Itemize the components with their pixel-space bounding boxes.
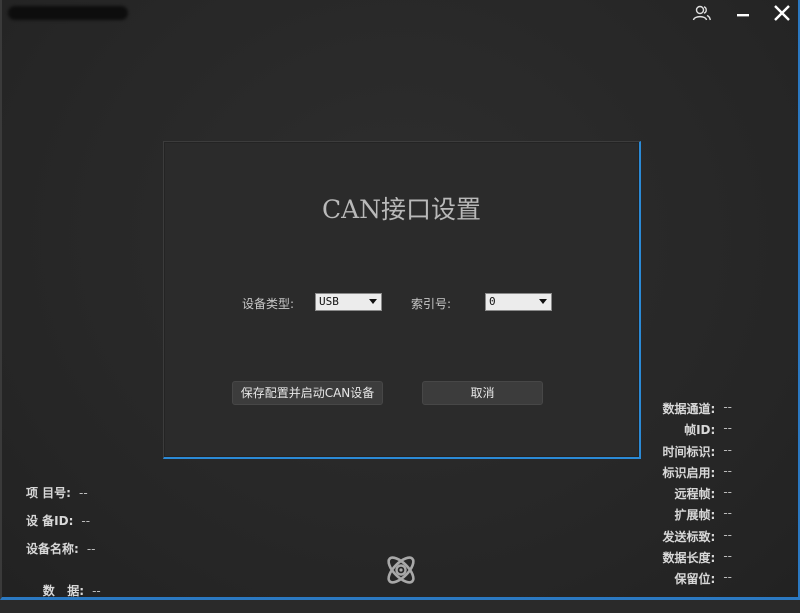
info-value: --	[723, 485, 732, 499]
info-value: --	[723, 549, 732, 563]
info-value: --	[723, 570, 732, 584]
info-label: 数据通道:	[662, 402, 716, 416]
info-frame-id: 帧ID: --	[622, 421, 732, 438]
chevron-down-icon	[369, 299, 377, 304]
info-label: 设 备ID:	[26, 514, 74, 528]
info-value: --	[86, 542, 96, 556]
info-value: --	[81, 514, 91, 528]
info-value: --	[723, 464, 732, 478]
info-data-channel: 数据通道: --	[622, 400, 732, 417]
info-device-name: 设备名称: --	[26, 540, 95, 557]
info-label: 远程帧:	[674, 487, 716, 501]
info-label: 发送标致:	[662, 530, 716, 544]
info-value: --	[92, 584, 101, 598]
dialog-title: CAN接口设置	[321, 195, 482, 224]
minimize-icon[interactable]	[730, 2, 756, 24]
info-project-number: 项 目号: --	[26, 484, 88, 501]
info-label: 数据长度:	[662, 551, 716, 565]
info-extended-frame: 扩展帧: --	[622, 506, 732, 523]
main-window: CAN接口设置 设备类型: USB 索引号: 0 保存配置并启动CAN设备 取消…	[0, 0, 800, 600]
device-type-value: USB	[319, 295, 339, 308]
info-device-id: 设 备ID: --	[26, 512, 90, 529]
info-label: 项 目号:	[26, 486, 71, 500]
index-label: 索引号:	[411, 297, 452, 311]
info-label: 标识启用:	[662, 466, 716, 480]
info-label: 数 据:	[42, 584, 85, 598]
atom-logo-icon	[382, 551, 420, 589]
info-label: 扩展帧:	[674, 508, 716, 522]
chevron-down-icon	[539, 299, 547, 304]
info-value: --	[723, 443, 732, 457]
info-label: 帧ID:	[684, 423, 716, 437]
info-value: --	[723, 421, 732, 435]
cancel-button[interactable]: 取消	[422, 381, 543, 405]
info-value: --	[723, 528, 732, 542]
window-title-redacted	[8, 6, 128, 20]
info-remote-frame: 远程帧: --	[622, 485, 732, 502]
info-label: 设备名称:	[26, 542, 79, 556]
can-settings-dialog: CAN接口设置 设备类型: USB 索引号: 0 保存配置并启动CAN设备 取消	[163, 141, 641, 459]
info-data: 数 据: --	[26, 568, 101, 613]
close-icon[interactable]	[769, 2, 795, 24]
info-reserved-bit: 保留位: --	[622, 570, 732, 587]
info-value: --	[723, 506, 732, 520]
save-and-start-button[interactable]: 保存配置并启动CAN设备	[232, 381, 383, 405]
device-type-label: 设备类型:	[242, 297, 295, 311]
info-timestamp-flag: 时间标识: --	[622, 443, 732, 460]
users-icon[interactable]	[689, 2, 715, 24]
index-select[interactable]: 0	[485, 293, 552, 311]
index-value: 0	[489, 295, 496, 308]
info-value: --	[723, 400, 732, 414]
info-value: --	[78, 486, 88, 500]
info-label: 时间标识:	[662, 445, 716, 459]
info-flag-enabled: 标识启用: --	[622, 464, 732, 481]
device-type-select[interactable]: USB	[315, 293, 382, 311]
info-data-length: 数据长度: --	[622, 549, 732, 566]
info-send-flag: 发送标致: --	[622, 528, 732, 545]
info-label: 保留位:	[674, 572, 716, 586]
